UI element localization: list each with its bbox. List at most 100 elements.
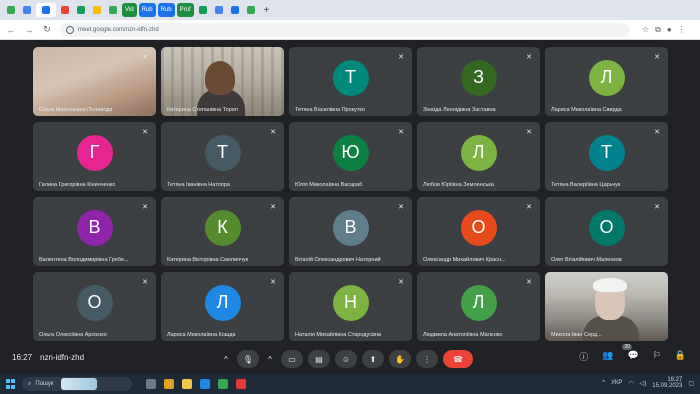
participant-avatar: Т [204,134,241,171]
windows-start-icon[interactable] [6,379,16,389]
widgets-icon[interactable] [164,379,174,389]
volume-icon[interactable]: ◁) [640,380,647,387]
participant-name: Людмила Анатоліївна Малєнко [423,332,503,338]
participant-tile[interactable]: Л ✕ Людмила Анатоліївна Малєнко [417,272,540,341]
participant-tile[interactable]: О ✕ Ольга Олексіївна Арсієнко [33,272,156,341]
tab-favicon-icon [23,6,31,14]
language-indicator[interactable]: УКР [611,380,622,386]
mic-options-chevron-icon[interactable]: ^ [220,350,232,368]
participant-tile[interactable]: О ✕ Олександр Михайлович Красн... [417,197,540,266]
participant-tile[interactable]: Г ✕ Галина Григорівна Кінинченко [33,122,156,191]
taskbar-date: 15.09.2023 [652,383,683,389]
participant-name: Ольга Миколаївна Поливода [39,107,113,113]
forward-icon[interactable]: → [24,25,34,35]
microphone-button[interactable]: 🎙 [237,350,259,368]
browser-tab[interactable] [212,3,226,17]
pdf-reader-icon[interactable] [236,379,246,389]
notifications-icon[interactable]: ▢ [688,380,694,387]
participant-tile[interactable]: Т ✕ Тетяна Іванівна Натопра [161,122,284,191]
participant-name: Микола Іван Серд... [551,332,602,338]
participant-tile[interactable]: З ✕ Зінаїда Леонідівна Заставна [417,47,540,116]
participant-tile[interactable]: В ✕ Валентина Володимирівна Гребе... [33,197,156,266]
muted-mic-icon: ✕ [270,279,276,286]
captions-button[interactable]: ▤ [308,350,330,368]
people-icon[interactable]: 👥 [602,350,613,363]
participant-name: Олександр Михайлович Красн... [423,257,506,263]
meeting-controls: ^ 🎙 ^ ▭ ▤ ☺ ⬆ ✋ ⋮ ☎ [220,349,473,369]
browser-tab-labeled[interactable]: Rub [138,3,156,17]
participant-tile[interactable]: О ✕ Олег Віталійович Маленков [545,197,668,266]
participant-tile[interactable]: В ✕ Віталій Олександрович Наторний [289,197,412,266]
muted-mic-icon: ✕ [526,129,532,136]
meeting-info-icon[interactable]: ⓘ [579,350,588,363]
browser-tab[interactable] [90,3,104,17]
browser-actions: ☆ ⧉ ● ⋮ [642,25,686,35]
participant-tile[interactable]: Т ✕ Тетяна Василівна Прокутко [289,47,412,116]
participant-tile[interactable]: Т ✕ Тетяна Валеріївна Царьчук [545,122,668,191]
participant-name: Наталія Михайлівна Стародусвна [295,332,381,338]
taskbar-search[interactable]: ⌕ Пошук [22,377,132,391]
edge-icon[interactable] [200,379,210,389]
participant-tile[interactable]: Л ✕ Лариса Миколаївна Свирда [545,47,668,116]
new-tab-icon[interactable]: + [264,5,270,16]
browser-tab[interactable] [196,3,210,17]
present-screen-button[interactable]: ⬆ [362,350,384,368]
participant-name: Віталій Олександрович Наторний [295,257,381,263]
participant-tile[interactable]: Л ✕ Любов Юріївна Земленська [417,122,540,191]
muted-mic-icon: ✕ [526,204,532,211]
browser-tab-labeled[interactable]: Rub [157,3,175,17]
chat-icon[interactable]: 💬 [627,350,638,363]
more-options-button[interactable]: ⋮ [416,350,438,368]
tab-favicon-icon [198,6,207,14]
participant-name: Ольга Олексіївна Арсієнко [39,332,107,338]
participant-name: Катерина Степанівна Тороп [167,107,238,113]
camera-button[interactable]: ▭ [281,350,303,368]
participant-tile[interactable]: Ю ✕ Юлія Миколаївна Васараб [289,122,412,191]
participant-name: Тетяна Василівна Прокутко [295,107,365,113]
browser-tab[interactable] [106,3,120,17]
participant-avatar: Н [332,284,369,321]
extensions-icon[interactable]: ⧉ [655,25,661,35]
participant-video [33,47,156,116]
file-explorer-icon[interactable] [182,379,192,389]
browser-tab[interactable] [228,3,242,17]
participant-tile[interactable]: Л ✕ Лариса Миколаївна Кошда [161,272,284,341]
activities-icon[interactable]: ⚐ [653,350,661,363]
task-view-icon[interactable] [146,379,156,389]
host-controls-icon[interactable]: 🔒 [675,350,686,363]
browser-tab[interactable] [58,3,72,17]
browser-tab[interactable] [36,3,56,17]
muted-mic-icon: ✕ [142,204,148,211]
leave-call-button[interactable]: ☎ [443,350,473,368]
participant-tile[interactable]: К ✕ Катерина Вікторівна Смолинчук [161,197,284,266]
participant-tile[interactable]: Микола Іван Серд... [545,272,668,341]
bookmark-star-icon[interactable]: ☆ [642,25,649,35]
site-info-icon[interactable] [66,25,74,34]
participant-tile[interactable]: ✕ Ольга Миколаївна Поливода [33,47,156,116]
muted-mic-icon: ✕ [654,54,660,61]
tray-chevron-icon[interactable]: ^ [602,380,605,386]
browser-tab[interactable] [244,3,258,17]
emoji-reaction-button[interactable]: ☺ [335,350,357,368]
wifi-icon[interactable]: ◠ [628,380,633,387]
address-bar[interactable]: meet.google.com/nzn-idfn-zhd [60,22,630,37]
address-text: meet.google.com/nzn-idfn-zhd [78,26,159,33]
browser-tab[interactable] [74,3,88,17]
browser-tab-labeled[interactable]: Vid [122,3,137,17]
back-icon[interactable]: ← [6,25,16,35]
participant-tile[interactable]: Н ✕ Наталія Михайлівна Стародусвна [289,272,412,341]
browser-tab[interactable] [20,3,34,17]
camera-options-chevron-icon[interactable]: ^ [264,350,276,368]
browser-tab[interactable] [4,3,18,17]
browser-menu-icon[interactable]: ⋮ [678,25,686,35]
chrome-icon[interactable] [218,379,228,389]
taskbar-clock[interactable]: 16:27 15.09.2023 [652,377,682,389]
browser-tab-labeled[interactable]: Prof [176,3,194,17]
muted-mic-icon: ✕ [142,129,148,136]
profile-icon[interactable]: ● [667,25,672,35]
participant-tile[interactable]: Катерина Степанівна Тороп [161,47,284,116]
raise-hand-button[interactable]: ✋ [389,350,411,368]
reload-icon[interactable]: ↻ [42,24,52,35]
tab-favicon-icon [77,6,85,14]
muted-mic-icon: ✕ [398,204,404,211]
